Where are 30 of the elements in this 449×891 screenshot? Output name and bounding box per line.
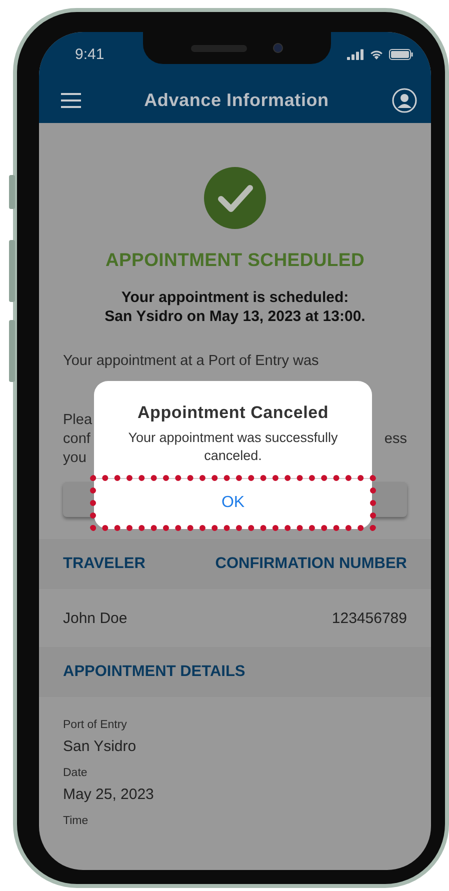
table-cell: 123456789 <box>332 610 407 626</box>
dialog-message: Your appointment was successfully canceled. <box>127 429 339 464</box>
field-label: Time <box>63 815 90 827</box>
field-label: Date <box>63 767 88 779</box>
section-title: APPOINTMENT DETAILS <box>63 663 246 681</box>
column-heading: TRAVELER <box>63 555 146 573</box>
status-heading: APPOINTMENT SCHEDULED <box>105 249 365 271</box>
body-text: ess <box>384 431 407 447</box>
summary-line: San Ysidro on May 13, 2023 at 13:00. <box>104 308 366 325</box>
checkmark-icon <box>204 167 266 229</box>
field-label: Port of Entry <box>63 719 128 731</box>
body-text: Plea <box>63 412 92 428</box>
dialog-title: Appointment Canceled <box>137 403 329 423</box>
summary-line: Your appointment is scheduled: <box>121 289 349 306</box>
field-value: San Ysidro <box>63 738 138 755</box>
profile-icon[interactable] <box>392 88 417 112</box>
body-text: you <box>63 450 86 466</box>
body-text: conf <box>63 431 90 447</box>
table-cell: John Doe <box>63 610 128 626</box>
wifi-icon <box>369 49 384 60</box>
screen-title: Advance Information <box>144 90 329 110</box>
camera-lens <box>273 43 283 53</box>
column-heading: CONFIRMATION NUMBER <box>215 555 407 573</box>
battery-icon <box>389 49 413 60</box>
menu-icon[interactable] <box>61 92 81 108</box>
signal-icon <box>347 49 364 60</box>
status-time: 9:41 <box>75 46 104 63</box>
body-text: Your appointment at a Port of Entry was <box>63 353 320 369</box>
field-value: May 25, 2023 <box>63 786 155 803</box>
ok-button[interactable]: OK <box>90 475 376 532</box>
